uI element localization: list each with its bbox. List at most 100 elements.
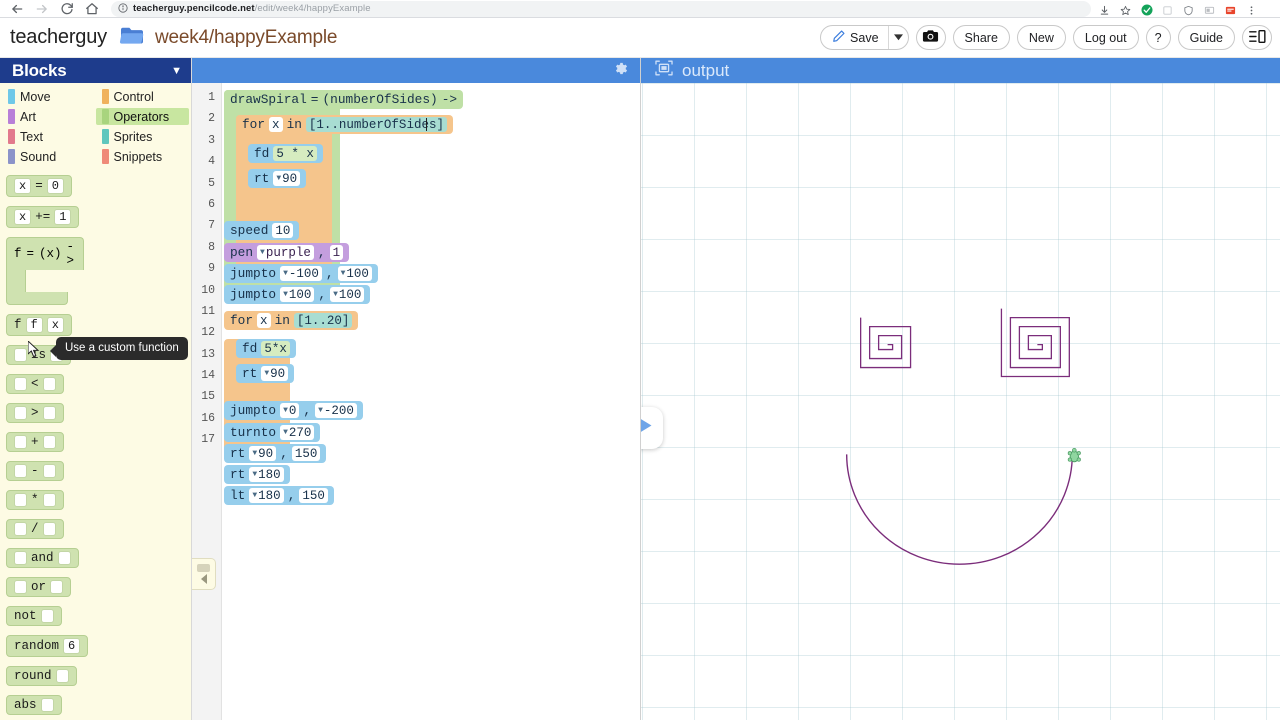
palette-block[interactable]: x = 0	[6, 175, 72, 197]
code-field[interactable]: [1..20]	[293, 313, 353, 328]
palette-block[interactable]: -	[6, 461, 64, 481]
code-dropdown-field[interactable]: ▼ -200	[315, 403, 357, 418]
palette-block[interactable]: x += 1	[6, 206, 80, 228]
puzzle-icon[interactable]	[1162, 3, 1174, 15]
palette-block[interactable]: *	[6, 490, 64, 510]
help-button[interactable]: ?	[1145, 25, 1171, 50]
palette-block[interactable]: <	[6, 374, 64, 394]
layout-toggle-button[interactable]	[1242, 25, 1272, 50]
palette-block[interactable]: >	[6, 403, 64, 423]
palette-category-art[interactable]: Art	[2, 108, 96, 125]
palette-block[interactable]: abs	[6, 695, 62, 715]
code-block-line-10[interactable]: fd 5*x	[236, 339, 296, 358]
palette-category-sound[interactable]: Sound	[2, 148, 96, 165]
code-dropdown-field[interactable]: ▼ 90	[261, 366, 289, 381]
palette-block[interactable]: not	[6, 606, 62, 626]
code-dropdown-field[interactable]: ▼ 90	[273, 171, 301, 186]
info-circle-icon[interactable]	[118, 0, 128, 18]
palette-block[interactable]: random 6	[6, 635, 89, 657]
code-dropdown-field[interactable]: ▼ 270	[280, 425, 315, 440]
code-block-line-14[interactable]: rt ▼ 90, 150	[224, 444, 327, 463]
bookmark-star-icon[interactable]	[1120, 3, 1132, 15]
palette-category-text[interactable]: Text	[2, 128, 96, 145]
code-token: (numberOfSides)	[322, 92, 438, 107]
code-block-line-4[interactable]: rt ▼ 90	[248, 169, 307, 188]
output-canvas[interactable]	[641, 83, 1280, 720]
code-block-line-2[interactable]: for x in [1..numberOfSides]	[236, 115, 453, 134]
code-field[interactable]: 5*x	[261, 341, 290, 356]
code-dropdown-field[interactable]: ▼ 100	[280, 287, 315, 302]
palette-header[interactable]: Blocks ▼	[0, 58, 191, 83]
code-dropdown-field[interactable]: ▼ 0	[280, 403, 300, 418]
reload-icon[interactable]	[60, 2, 74, 16]
code-block-line-6[interactable]: pen ▼ purple, 1	[224, 243, 350, 262]
code-block-line-5[interactable]: speed 10	[224, 221, 300, 240]
code-block-line-11[interactable]: rt ▼ 90	[236, 364, 295, 383]
code-dropdown-field[interactable]: ▼ purple	[257, 245, 314, 260]
code-block-line-8[interactable]: jumpto ▼ 100, ▼ 100	[224, 285, 371, 304]
share-button[interactable]: Share	[952, 25, 1010, 50]
palette-block-function-def[interactable]: f = (x) ->	[6, 237, 84, 305]
code-block-line-7[interactable]: jumpto ▼ -100, ▼ 100	[224, 264, 378, 283]
code-dropdown-field[interactable]: ▼ -100	[280, 266, 322, 281]
orange-ext-icon[interactable]	[1225, 3, 1237, 15]
filename-label[interactable]: week4/happyExample	[155, 27, 337, 49]
palette-block[interactable]: round	[6, 666, 77, 686]
code-field[interactable]: x	[269, 117, 283, 132]
code-field[interactable]: 10	[272, 223, 294, 238]
run-button[interactable]	[641, 407, 663, 449]
block-token: not	[14, 609, 37, 623]
guide-button[interactable]: Guide	[1177, 25, 1235, 50]
palette-category-control[interactable]: Control	[96, 88, 190, 105]
code-block-line-16[interactable]: lt ▼ 180, 150	[224, 486, 334, 505]
username-label[interactable]: teacherguy	[10, 26, 107, 49]
palette-block[interactable]: /	[6, 519, 64, 539]
code-token: rt	[242, 366, 258, 381]
palette-block[interactable]: and	[6, 548, 79, 568]
triangle-down-icon[interactable]: ▼	[171, 65, 182, 77]
code-field[interactable]: 150	[291, 446, 321, 461]
line-number: 9	[208, 262, 215, 276]
save-dropdown-toggle[interactable]	[887, 26, 908, 49]
code-dropdown-field[interactable]: ▼ 90	[249, 446, 277, 461]
code-dropdown-field[interactable]: ▼ 100	[330, 287, 365, 302]
forward-arrow-icon[interactable]	[35, 2, 49, 16]
code-block-line-9[interactable]: for x in [1..20]	[224, 311, 359, 330]
code-dropdown-field[interactable]: ▼ 100	[337, 266, 372, 281]
code-dropdown-field[interactable]: ▼ 180	[249, 467, 284, 482]
overflow-menu-icon[interactable]	[1246, 3, 1258, 15]
green-check-icon[interactable]	[1141, 3, 1153, 15]
palette-collapse-handle[interactable]	[192, 558, 216, 590]
code-field[interactable]: 1	[329, 245, 344, 260]
palette-category-move[interactable]: Move	[2, 88, 96, 105]
gear-icon[interactable]	[613, 61, 628, 81]
download-icon[interactable]	[1099, 3, 1111, 15]
palette-category-sprites[interactable]: Sprites	[96, 128, 190, 145]
home-icon[interactable]	[85, 2, 99, 16]
screenshot-button[interactable]	[915, 25, 946, 50]
palette-block[interactable]: +	[6, 432, 64, 452]
code-field[interactable]: 150	[299, 488, 328, 503]
code-field[interactable]: x	[257, 313, 271, 328]
code-field[interactable]: 5 * x	[273, 146, 317, 161]
code-dropdown-field[interactable]: ▼ 180	[249, 488, 284, 503]
palette-block[interactable]: ffx	[6, 314, 72, 336]
cast-icon[interactable]	[1204, 3, 1216, 15]
address-bar[interactable]: teacherguy.pencilcode.net/edit/week4/hap…	[111, 0, 1091, 18]
new-button[interactable]: New	[1016, 25, 1066, 50]
palette-category-snippets[interactable]: Snippets	[96, 148, 190, 165]
palette-category-operators[interactable]: Operators	[95, 108, 189, 125]
folder-icon[interactable]	[119, 24, 145, 51]
back-arrow-icon[interactable]	[10, 2, 24, 16]
code-block-line-3[interactable]: fd 5 * x	[248, 144, 323, 163]
shield-icon[interactable]	[1183, 3, 1195, 15]
code-block-line-12[interactable]: jumpto ▼ 0, ▼ -200	[224, 401, 363, 420]
code-block-line-13[interactable]: turnto ▼ 270	[224, 423, 321, 442]
code-block-line-1[interactable]: drawSpiral = (numberOfSides) ->	[224, 90, 464, 109]
line-number: 5	[208, 176, 215, 190]
logout-button[interactable]: Log out	[1072, 25, 1139, 50]
palette-block[interactable]: or	[6, 577, 72, 597]
save-button[interactable]: Save	[821, 26, 888, 49]
code-block-line-15[interactable]: rt ▼ 180	[224, 465, 290, 484]
code-blocks-area[interactable]: drawSpiral = (numberOfSides) -> for x in [1..nu…	[222, 83, 640, 720]
